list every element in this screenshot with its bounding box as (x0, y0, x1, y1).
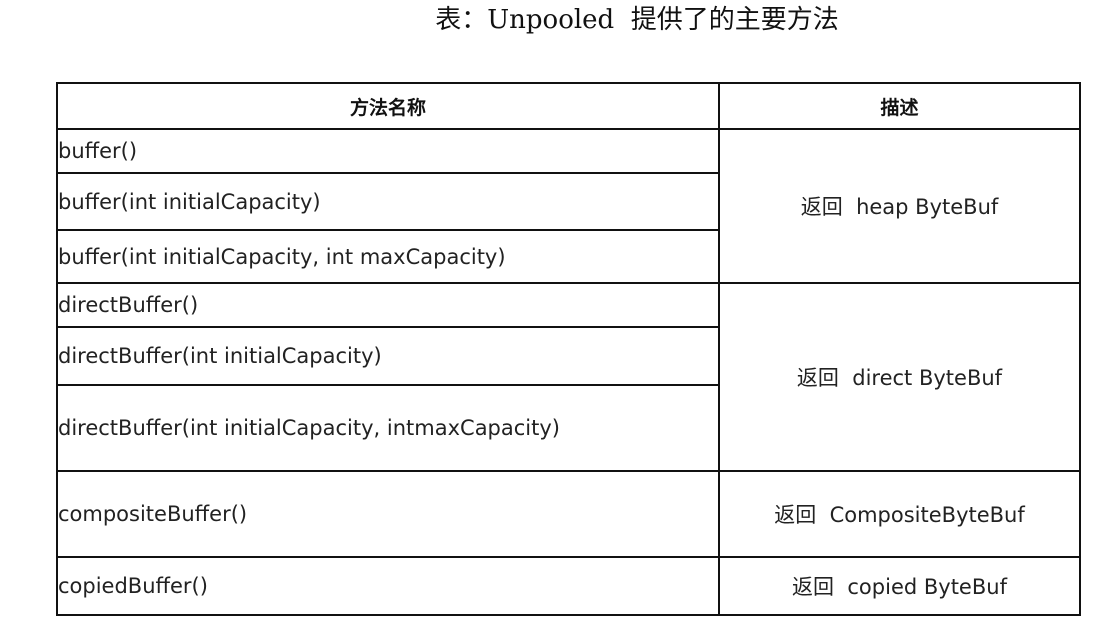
table-row: directBuffer() 返回 direct ByteBuf (56, 282, 1081, 472)
column-header-method-name: 方法名称 (56, 82, 720, 130)
description-cell: 返回 heap ByteBuf (718, 128, 1081, 284)
method-cell: buffer(int initialCapacity) (56, 172, 720, 231)
description-cell: 返回 copied ByteBuf (718, 556, 1081, 616)
description-cell: 返回 direct ByteBuf (718, 282, 1081, 472)
method-cell: directBuffer(int initialCapacity, intmax… (56, 384, 720, 472)
table-row: buffer() 返回 heap ByteBuf (56, 128, 1081, 284)
method-cell: buffer(int initialCapacity, int maxCapac… (56, 229, 720, 284)
method-cell: directBuffer() (56, 282, 720, 328)
table-caption: 表：Unpooled 提供了的主要方法 (435, 5, 839, 35)
method-cell: copiedBuffer() (56, 556, 720, 616)
method-cell: buffer() (56, 128, 720, 174)
method-cell: compositeBuffer() (56, 470, 720, 558)
table-row: compositeBuffer() 返回 CompositeByteBuf (56, 470, 1081, 558)
method-cell: directBuffer(int initialCapacity) (56, 326, 720, 386)
table-header-row: 方法名称 描述 (56, 82, 1081, 130)
column-header-description: 描述 (718, 82, 1081, 130)
table-row: copiedBuffer() 返回 copied ByteBuf (56, 556, 1081, 616)
description-cell: 返回 CompositeByteBuf (718, 470, 1081, 558)
methods-table: 方法名称 描述 buffer() 返回 heap ByteBuf buffer(… (56, 82, 1081, 616)
